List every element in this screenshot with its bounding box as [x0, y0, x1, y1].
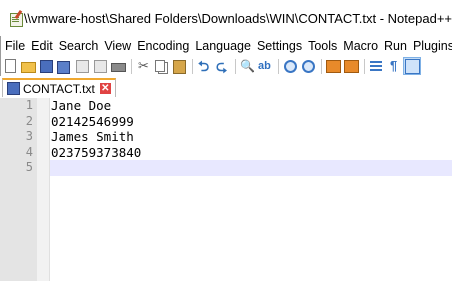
menu-search[interactable]: Search	[56, 36, 102, 56]
save-all-icon[interactable]	[56, 58, 72, 74]
tab-close-icon[interactable]: ✕	[99, 83, 111, 94]
open-folder-icon[interactable]	[20, 58, 36, 74]
toolbar-separator	[131, 58, 132, 74]
toolbar-separator	[235, 58, 236, 74]
editor-line: 2 02142546999	[0, 114, 452, 130]
undo-icon[interactable]: ⮌	[196, 58, 212, 74]
line-number: 5	[25, 160, 33, 174]
menu-edit[interactable]: Edit	[28, 36, 56, 56]
tab-contact-txt[interactable]: CONTACT.txt ✕	[2, 78, 116, 97]
line-text[interactable]: James Smith	[51, 129, 134, 145]
menu-encoding[interactable]: Encoding	[134, 36, 192, 56]
zoom-in-icon[interactable]	[282, 58, 298, 74]
saved-file-icon	[7, 82, 20, 95]
toolbar-separator	[192, 58, 193, 74]
menu-bar: File Edit Search View Encoding Language …	[0, 36, 452, 56]
editor-line: 1 Jane Doe	[0, 98, 452, 114]
print-icon[interactable]	[110, 58, 126, 74]
copy-icon[interactable]	[153, 58, 169, 74]
redo-icon[interactable]: ⮎	[214, 58, 230, 74]
editor-line: 3 James Smith	[0, 129, 452, 145]
title-bar[interactable]: \\vmware-host\Shared Folders\Downloads\W…	[0, 0, 452, 36]
save-icon[interactable]	[38, 58, 54, 74]
editor-line-current: 5	[0, 160, 452, 176]
toolbar-separator	[278, 58, 279, 74]
notepad-plus-plus-icon	[8, 9, 23, 27]
line-number: 3	[25, 129, 33, 143]
current-line-highlight	[50, 160, 452, 176]
editor-line: 4 023759373840	[0, 145, 452, 161]
show-all-characters-icon[interactable]: ¶	[386, 58, 402, 74]
line-number: 4	[25, 144, 33, 159]
menu-plugins[interactable]: Plugins	[410, 36, 452, 56]
cut-icon[interactable]: ✂	[135, 58, 151, 74]
menu-tools[interactable]: Tools	[305, 36, 340, 56]
new-file-icon[interactable]	[2, 58, 18, 74]
sync-horizontal-icon[interactable]	[343, 58, 359, 74]
menu-language[interactable]: Language	[192, 36, 254, 56]
tab-bar: CONTACT.txt ✕	[0, 76, 452, 99]
sync-vertical-icon[interactable]	[325, 58, 341, 74]
find-icon[interactable]: 🔍	[239, 58, 255, 74]
close-icon[interactable]	[74, 58, 90, 74]
line-number: 1	[25, 98, 33, 112]
line-text[interactable]: Jane Doe	[51, 98, 111, 114]
tab-label: CONTACT.txt	[23, 81, 95, 96]
zoom-out-icon[interactable]	[300, 58, 316, 74]
paste-icon[interactable]	[171, 58, 187, 74]
text-editor[interactable]: 1 Jane Doe 2 02142546999 3 James Smith 4…	[0, 98, 452, 281]
menu-macro[interactable]: Macro	[340, 36, 381, 56]
replace-icon[interactable]: ab	[257, 58, 273, 74]
line-number: 2	[25, 113, 33, 128]
toolbar: ✂ ⮌ ⮎ 🔍 ab ¶	[0, 56, 452, 76]
menu-settings[interactable]: Settings	[254, 36, 305, 56]
menu-run[interactable]: Run	[381, 36, 410, 56]
line-text[interactable]: 023759373840	[51, 145, 141, 161]
line-text[interactable]: 02142546999	[51, 114, 134, 130]
close-all-icon[interactable]	[92, 58, 108, 74]
indent-guide-icon[interactable]	[403, 57, 421, 75]
window-title: \\vmware-host\Shared Folders\Downloads\W…	[23, 10, 452, 26]
toolbar-separator	[364, 58, 365, 74]
menu-view[interactable]: View	[101, 36, 134, 56]
menu-file[interactable]: File	[0, 36, 28, 56]
word-wrap-icon[interactable]	[368, 58, 384, 74]
toolbar-separator	[321, 58, 322, 74]
